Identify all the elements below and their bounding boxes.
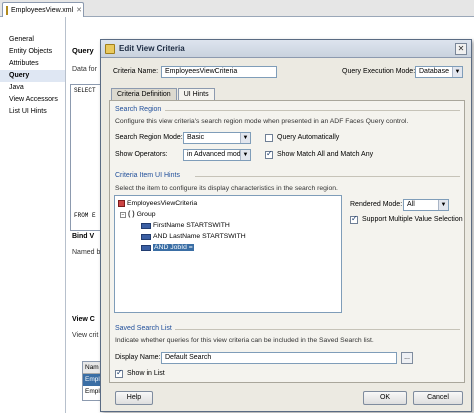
dialog-titlebar[interactable]: Edit View Criteria ✕	[101, 40, 471, 58]
nav-item-view-accessors[interactable]: View Accessors	[0, 94, 65, 106]
close-icon[interactable]: ✕	[455, 42, 467, 55]
tree-node-item[interactable]: AND LastName STARTSWITH	[141, 232, 246, 241]
view-criteria-title[interactable]: View C	[72, 316, 95, 323]
attribute-icon	[141, 233, 151, 240]
criteria-name-label: Criteria Name:	[113, 68, 159, 75]
search-region-mode-value: Basic	[187, 134, 205, 141]
nav-item-attributes[interactable]: Attributes	[0, 58, 65, 70]
display-name-field[interactable]: Default Search	[161, 352, 397, 364]
criteria-item-desc: Select the item to configure its display…	[115, 185, 338, 192]
nav-item-list-ui-hints[interactable]: List UI Hints	[0, 106, 65, 118]
section-divider	[195, 176, 460, 177]
query-section-desc: Data for	[72, 66, 97, 73]
xml-file-icon	[6, 5, 8, 15]
search-region-desc: Configure this view criteria's search re…	[115, 118, 409, 125]
section-divider	[175, 329, 460, 330]
ok-button[interactable]: OK	[363, 391, 407, 405]
support-multi-label: Support Multiple Value Selection	[362, 216, 463, 223]
tree-node-label: EmployeesViewCriteria	[127, 200, 198, 207]
editor-tab-bar: EmployeesView.xml ✕	[0, 0, 474, 17]
view-criteria-desc: View crit	[72, 332, 99, 339]
attribute-icon	[141, 222, 151, 229]
rendered-mode-label: Rendered Mode:	[350, 201, 403, 208]
view-criteria-icon	[118, 200, 125, 207]
search-region-header: Search Region	[115, 106, 162, 113]
edit-icon	[105, 43, 115, 54]
help-button[interactable]: Help	[115, 391, 153, 405]
editor-tab-label: EmployeesView.xml	[11, 6, 74, 14]
browse-button[interactable]: ...	[401, 352, 413, 364]
show-in-list-label: Show in List	[127, 370, 165, 377]
show-operators-label: Show Operators:	[115, 151, 168, 158]
query-mode-select[interactable]: Database ▼	[415, 66, 463, 78]
tab-criteria-definition[interactable]: Criteria Definition	[111, 88, 177, 100]
group-icon: ( )	[128, 211, 135, 218]
dialog-tabs: Criteria Definition UI Hints	[111, 88, 216, 100]
close-icon[interactable]: ✕	[76, 6, 82, 14]
chevron-down-icon: ▼	[240, 150, 250, 160]
tree-node-item-selected[interactable]: AND JobId =	[141, 243, 194, 252]
collapse-icon[interactable]: −	[120, 211, 126, 218]
show-match-label: Show Match All and Match Any	[277, 151, 374, 158]
search-region-mode-label: Search Region Mode:	[115, 134, 183, 141]
show-operators-select[interactable]: in Advanced mode ▼	[183, 149, 251, 161]
editor-tab[interactable]: EmployeesView.xml ✕	[2, 2, 84, 17]
show-operators-value: in Advanced mode	[187, 151, 245, 158]
search-region-mode-select[interactable]: Basic ▼	[183, 132, 251, 144]
tree-node-group[interactable]: − ( ) Group	[120, 210, 156, 219]
nav-item-java[interactable]: Java	[0, 82, 65, 94]
nav-item-general[interactable]: General	[0, 34, 65, 46]
query-mode-label: Query Execution Mode:	[342, 68, 416, 75]
saved-search-header: Saved Search List	[115, 325, 172, 332]
show-match-checkbox[interactable]	[265, 149, 273, 159]
rendered-mode-value: All	[407, 201, 415, 208]
bind-variables-desc: Named b	[72, 249, 101, 256]
criteria-name-field[interactable]: EmployeesViewCriteria	[161, 66, 277, 78]
dialog-title: Edit View Criteria	[119, 44, 185, 53]
sql-line-select: SELECT	[74, 87, 96, 94]
criteria-tree: EmployeesViewCriteria − ( ) Group FirstN…	[114, 195, 342, 313]
saved-search-desc: Indicate whether queries for this view c…	[115, 337, 374, 344]
query-mode-value: Database	[419, 68, 449, 75]
show-in-list-checkbox[interactable]	[115, 368, 123, 378]
tab-ui-hints[interactable]: UI Hints	[177, 88, 215, 100]
edit-view-criteria-dialog: Edit View Criteria ✕ Criteria Name: Empl…	[100, 39, 472, 412]
chevron-down-icon: ▼	[452, 67, 462, 77]
overview-nav: General Entity Objects Attributes Query …	[0, 17, 66, 413]
chevron-down-icon: ▼	[240, 133, 250, 143]
nav-item-entity-objects[interactable]: Entity Objects	[0, 46, 65, 58]
query-section-title: Query	[72, 46, 94, 55]
query-automatically-checkbox[interactable]	[265, 134, 273, 142]
tree-node-label: Group	[136, 211, 156, 218]
query-automatically-label: Query Automatically	[277, 134, 340, 141]
chevron-down-icon: ▼	[438, 200, 448, 210]
tree-node-item[interactable]: FirstName STARTSWITH	[141, 221, 230, 230]
tree-node-label: AND LastName STARTSWITH	[153, 233, 246, 240]
tree-node-label: AND JobId =	[153, 244, 194, 251]
tree-node-root[interactable]: EmployeesViewCriteria	[118, 199, 197, 208]
bind-variables-title[interactable]: Bind V	[72, 233, 94, 240]
rendered-mode-select[interactable]: All ▼	[403, 199, 449, 211]
display-name-label: Display Name:	[115, 354, 161, 361]
attribute-icon	[141, 244, 151, 251]
sql-line-from: FROM E	[74, 212, 96, 219]
cancel-button[interactable]: Cancel	[413, 391, 463, 405]
criteria-item-header: Criteria Item UI Hints	[115, 172, 180, 179]
section-divider	[165, 110, 460, 111]
nav-item-query[interactable]: Query	[0, 70, 65, 82]
support-multi-checkbox[interactable]	[350, 214, 358, 224]
tree-node-label: FirstName STARTSWITH	[153, 222, 230, 229]
